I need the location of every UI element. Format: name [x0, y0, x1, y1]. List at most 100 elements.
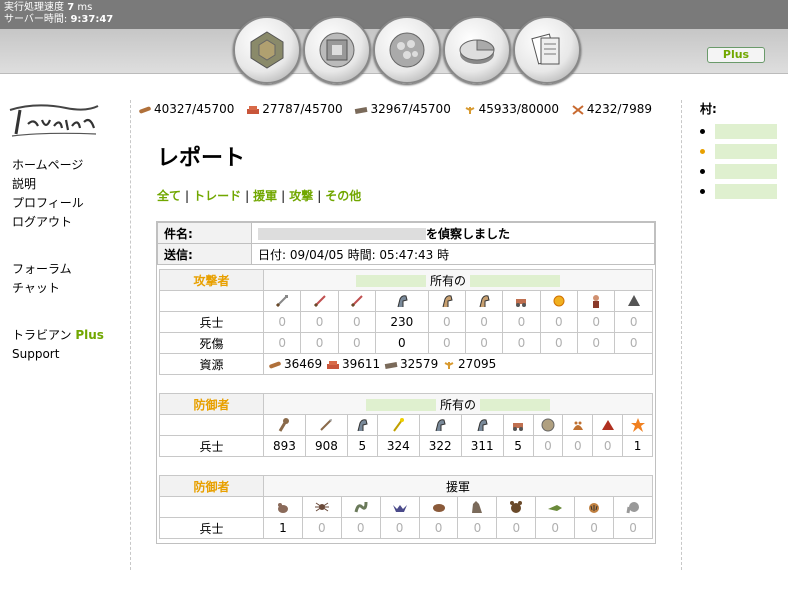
- unit-icon-cell: [622, 414, 653, 436]
- subject-suffix: を偵察しました: [426, 226, 511, 241]
- unit-count: 0: [427, 311, 466, 333]
- filter-other[interactable]: その他: [325, 189, 361, 203]
- unit-bear-icon: [510, 501, 523, 513]
- loot-clay: 39611: [342, 357, 381, 371]
- unit-icon-cell: [613, 496, 653, 518]
- menu-logout[interactable]: ログアウト: [12, 213, 104, 232]
- filter-all[interactable]: 全て: [157, 189, 181, 203]
- empty-cell: [159, 414, 264, 436]
- exec-speed-line: 実行処理速度 7 ms: [4, 2, 784, 14]
- attacker-resources-row: 資源 36469 39611 32579 27095: [159, 353, 653, 375]
- village-center-icon[interactable]: [303, 16, 371, 84]
- unit-count: 893: [263, 435, 306, 457]
- unit-horse-icon: [397, 295, 408, 308]
- unit-count: 0: [576, 311, 616, 333]
- village-name-redacted: [715, 143, 777, 159]
- menu-manual[interactable]: 説明: [12, 175, 104, 194]
- travian-logo[interactable]: [6, 98, 102, 140]
- reinforcement-unit-icons-row: [159, 496, 653, 518]
- menu-support[interactable]: Support: [12, 345, 104, 364]
- resource-crop-consumption-value: 4232/7989: [586, 102, 652, 116]
- unit-icon-cell: [614, 290, 653, 312]
- menu-gap: [12, 232, 104, 260]
- filter-separator: |: [281, 189, 286, 203]
- unit-icon-cell: [340, 496, 381, 518]
- crop-icon: [465, 106, 475, 114]
- menu-homepage[interactable]: ホームページ: [12, 156, 104, 175]
- unit-icon-cell: [592, 414, 624, 436]
- reinforcement-troops-row: 兵士 1 0 0 0 0 0 0 0 0 0: [159, 517, 653, 539]
- village-list: 村:: [700, 100, 777, 201]
- unit-sun-icon: [553, 295, 565, 307]
- unit-icon-cell: [300, 290, 339, 312]
- filter-trade[interactable]: トレード: [193, 189, 241, 203]
- unit-count: 324: [376, 435, 420, 457]
- menu-profile[interactable]: プロフィール: [12, 194, 104, 213]
- unit-count: 5: [346, 435, 378, 457]
- unit-icon-cell: [502, 290, 541, 312]
- unit-count: 0: [535, 517, 576, 539]
- unit-tiger-icon: [589, 503, 600, 513]
- unit-icon-cell: [301, 496, 342, 518]
- defender-header-row: 防御者 所有の: [159, 393, 653, 415]
- page-title: レポート: [157, 146, 246, 171]
- empty-cell: [159, 290, 264, 312]
- unit-count: 0: [340, 517, 381, 539]
- unit-icon-cell: [379, 496, 420, 518]
- unit-spider-icon: [314, 502, 329, 512]
- menu-forum[interactable]: フォーラム: [12, 260, 104, 279]
- unit-icon-cell: [535, 496, 576, 518]
- unit-count: 0: [379, 517, 420, 539]
- village-name-redacted: [715, 123, 777, 139]
- reports-icon[interactable]: [513, 16, 581, 84]
- unit-icon-cell: [376, 414, 420, 436]
- unit-horse-icon: [477, 419, 488, 432]
- village-item-active[interactable]: [700, 141, 777, 161]
- unit-elephant-icon: [626, 502, 639, 514]
- filter-reinforcement[interactable]: 援軍: [253, 189, 277, 203]
- unit-count: 0: [337, 332, 377, 354]
- filter-attack[interactable]: 攻撃: [289, 189, 313, 203]
- village-item[interactable]: [700, 161, 777, 181]
- defender-label: 防御者: [159, 393, 264, 415]
- unit-count: 0: [539, 332, 578, 354]
- village-name-redacted: [715, 183, 777, 199]
- menu-gap: [12, 298, 104, 326]
- resource-iron-value: 32967/45700: [370, 102, 451, 116]
- redacted-village: [479, 399, 550, 411]
- plus-button[interactable]: Plus: [707, 47, 765, 63]
- map-icon[interactable]: [373, 16, 441, 84]
- sent-label: 送信:: [157, 243, 252, 265]
- sent-row: 送信: 日付: 09/04/05 時間: 05:47:43 時: [157, 243, 655, 265]
- menu-travian-plus[interactable]: トラビアン Plus: [12, 326, 104, 345]
- unit-count: 230: [375, 311, 429, 333]
- defender-table: 防御者 所有の 兵士 893 908 5 324 322 311 5 0 0 0 1: [159, 393, 653, 457]
- village-item[interactable]: [700, 181, 777, 201]
- reinforcement-owner: 援軍: [263, 475, 653, 497]
- village-item[interactable]: [700, 121, 777, 141]
- row-label: 資源: [159, 353, 264, 375]
- unit-count: 5: [502, 435, 534, 457]
- menu-chat[interactable]: チャット: [12, 279, 104, 298]
- unit-redhat-icon: [601, 420, 614, 430]
- unit-ram-icon: [516, 299, 527, 307]
- left-menu: ホームページ 説明 プロフィール ログアウト フォーラム チャット トラビアン …: [12, 156, 104, 364]
- unit-count: 0: [262, 332, 302, 354]
- resource-clay-value: 27787/45700: [262, 102, 343, 116]
- statistics-icon[interactable]: [443, 16, 511, 84]
- wood-icon: [269, 361, 281, 368]
- unit-chief-icon: [593, 295, 600, 308]
- unit-count: 0: [614, 332, 653, 354]
- village-overview-icon[interactable]: [233, 16, 301, 84]
- unit-icon-cell: [418, 496, 459, 518]
- row-label: 兵士: [159, 311, 264, 333]
- unit-count: 0: [613, 517, 653, 539]
- unit-redsword-icon: [313, 295, 326, 308]
- unit-count: 0: [576, 332, 616, 354]
- reinforcement-table: 防御者 援軍 兵士 1 0 0 0 0 0 0 0 0 0: [159, 475, 653, 539]
- bullet-icon: [700, 168, 705, 174]
- village-list-title: 村:: [700, 102, 717, 116]
- resource-wood: 40327/45700: [138, 102, 234, 116]
- unit-stone-icon: [541, 418, 555, 432]
- unit-rat-icon: [277, 503, 288, 513]
